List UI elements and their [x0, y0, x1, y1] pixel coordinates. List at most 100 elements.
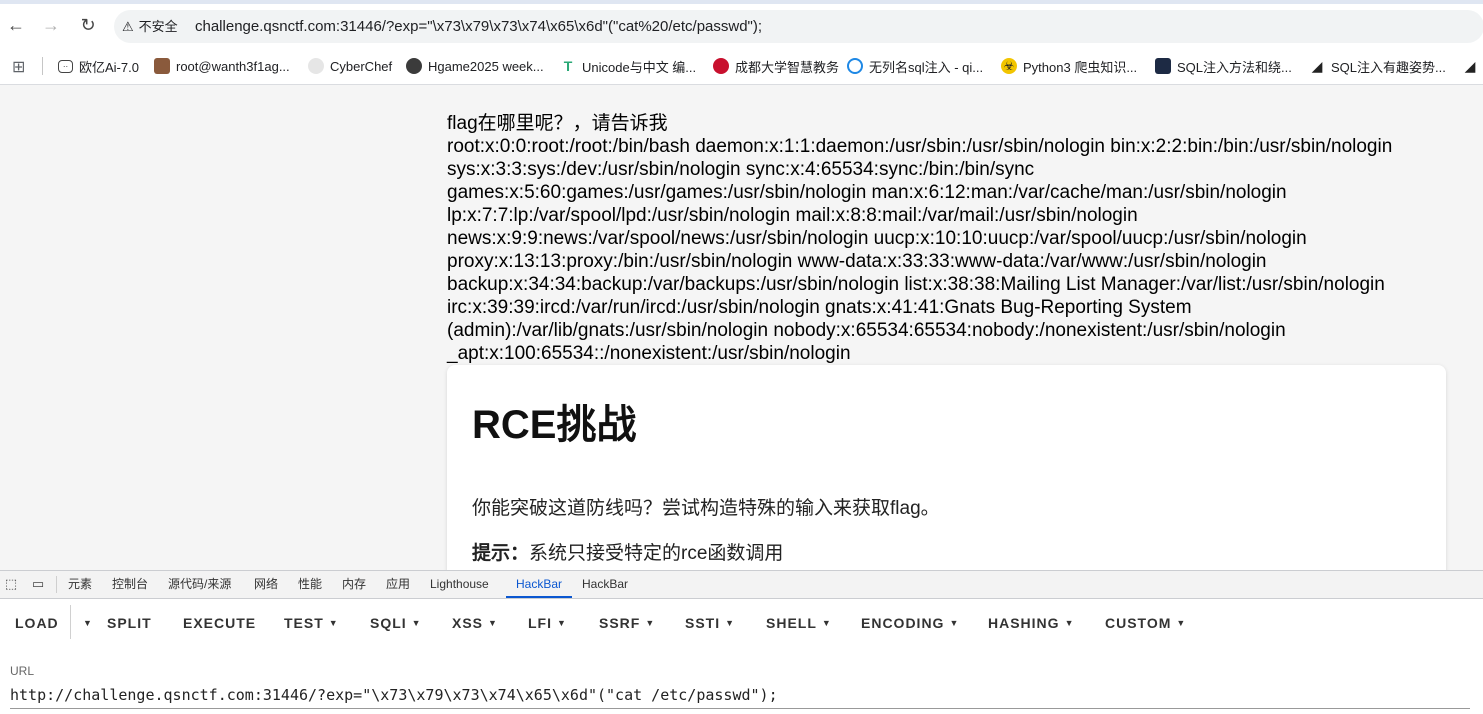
page-viewport: flag在哪里呢？，请告诉我 root:x:0:0:root:/root:/bi…	[0, 85, 1483, 570]
biohazard-icon: ☣	[1001, 58, 1017, 74]
forward-icon[interactable]: →	[40, 14, 62, 36]
bookmark-label: Python3 爬虫知识...	[1023, 59, 1138, 75]
devtools-tab-bar: ⬚ ▭ 元素 控制台 源代码/来源 网络 性能 内存 应用 Lighthouse…	[0, 571, 1483, 599]
bookmark-label: SQL注入方法和绕...	[1177, 59, 1292, 75]
tab-hackbar[interactable]: HackBar	[506, 571, 572, 598]
devtools-panel: ⬚ ▭ 元素 控制台 源代码/来源 网络 性能 内存 应用 Lighthouse…	[0, 570, 1483, 714]
bookmark-label: SQL注入有趣姿势...	[1331, 59, 1446, 75]
chevron-down-icon: ▼	[1064, 618, 1075, 628]
tab-application[interactable]: 应用	[386, 571, 410, 598]
toolbar-divider	[56, 576, 57, 593]
bookmarks-bar: ⊞ ·· 欧亿Ai-7.0 root@wanth3f1ag... CyberCh…	[0, 48, 1483, 85]
tab-elements[interactable]: 元素	[68, 571, 92, 598]
browser-toolbar: ← → ↻ ⚠ 不安全 challenge.qsnctf.com:31446/?…	[0, 0, 1483, 48]
chevron-down-icon: ▼	[645, 618, 656, 628]
inspect-element-icon[interactable]: ⬚	[3, 576, 19, 592]
bookmark-label: 欧亿Ai-7.0	[79, 59, 139, 75]
load-divider	[70, 605, 71, 639]
tab-console[interactable]: 控制台	[112, 571, 148, 598]
bookmark-overflow[interactable]: ◢	[1462, 48, 1478, 84]
output-line: (admin):/var/lib/gnats:/usr/sbin/nologin…	[447, 320, 1286, 341]
chef-hat-icon	[308, 58, 324, 74]
challenge-hint: 提示：系统只接受特定的rce函数调用	[472, 541, 783, 567]
tab-hackbar-2[interactable]: HackBar	[582, 571, 628, 598]
ssrf-menu-button[interactable]: SSRF ▼	[599, 613, 655, 633]
bookmark-item[interactable]: 成都大学智慧教务	[713, 48, 839, 84]
bookmark-item[interactable]: CyberChef	[308, 48, 392, 84]
command-output: flag在哪里呢？，请告诉我 root:x:0:0:root:/root:/bi…	[447, 112, 1457, 365]
reload-icon[interactable]: ↻	[77, 14, 99, 36]
tab-strip-edge	[0, 0, 1483, 4]
hint-text: 系统只接受特定的rce函数调用	[529, 543, 784, 564]
chevron-down-icon: ▼	[821, 618, 832, 628]
address-bar[interactable]: ⚠ 不安全 challenge.qsnctf.com:31446/?exp="\…	[114, 10, 1483, 43]
output-line: lp:x:7:7:lp:/var/spool/lpd:/usr/sbin/nol…	[447, 205, 1138, 226]
device-toolbar-icon[interactable]: ▭	[30, 576, 46, 592]
slash-logo-icon: ◢	[1464, 58, 1476, 74]
bookmark-label: Hgame2025 week...	[428, 58, 544, 74]
tab-performance[interactable]: 性能	[298, 571, 322, 598]
security-indicator[interactable]: ⚠ 不安全	[122, 17, 178, 37]
security-label: 不安全	[138, 19, 178, 34]
split-button[interactable]: SPLIT	[107, 613, 152, 633]
output-line: _apt:x:100:65534::/nonexistent:/usr/sbin…	[447, 343, 851, 364]
challenge-description: 你能突破这道防线吗？尝试构造特殊的输入来获取flag。	[472, 498, 940, 519]
tab-lighthouse[interactable]: Lighthouse	[430, 571, 489, 598]
back-icon[interactable]: ←	[5, 14, 27, 36]
bookmark-label: CyberChef	[330, 58, 393, 74]
load-button[interactable]: LOAD	[15, 613, 59, 633]
sqli-menu-button[interactable]: SQLI ▼	[370, 613, 422, 633]
custom-menu-button[interactable]: CUSTOM ▼	[1105, 613, 1186, 633]
chevron-down-icon: ▼	[83, 618, 93, 628]
bookmark-item[interactable]: root@wanth3f1ag...	[154, 48, 290, 84]
encoding-menu-button[interactable]: ENCODING ▼	[861, 613, 959, 633]
hackbar-toolbar: LOAD ▼ SPLIT EXECUTE TEST ▼ SQLI ▼ XSS ▼ LF…	[0, 599, 1483, 647]
xss-menu-button[interactable]: XSS ▼	[452, 613, 498, 633]
url-field-label: URL	[10, 664, 35, 678]
bookmark-label: root@wanth3f1ag...	[176, 58, 290, 74]
challenge-card: RCE挑战 你能突破这道防线吗？尝试构造特殊的输入来获取flag。 提示：系统只…	[447, 365, 1446, 570]
bookmarks-separator	[42, 57, 43, 75]
bookmark-item[interactable]: ·· 欧亿Ai-7.0	[58, 48, 139, 84]
person-icon	[406, 58, 422, 74]
url-input-underline	[10, 708, 1470, 709]
university-icon	[713, 58, 729, 74]
hackbar-url-input[interactable]: http://challenge.qsnctf.com:31446/?exp="…	[10, 685, 1470, 705]
ssti-menu-button[interactable]: SSTI ▼	[685, 613, 735, 633]
bookmark-item[interactable]: ◢ SQL注入有趣姿势...	[1309, 48, 1446, 84]
tab-network[interactable]: 网络	[254, 571, 278, 598]
chevron-down-icon: ▼	[725, 618, 736, 628]
bookmark-label: 成都大学智慧教务	[735, 59, 840, 75]
test-menu-button[interactable]: TEST ▼	[284, 613, 339, 633]
hashing-menu-button[interactable]: HASHING ▼	[988, 613, 1074, 633]
hint-label: 提示：	[472, 543, 530, 564]
chevron-down-icon: ▼	[328, 618, 339, 628]
t-icon: T	[563, 58, 573, 74]
bookmark-item[interactable]: T Unicode与中文 编...	[560, 48, 696, 84]
slash-logo-icon: ◢	[1311, 58, 1323, 74]
tab-memory[interactable]: 内存	[342, 571, 366, 598]
load-dropdown-button[interactable]: ▼	[78, 613, 93, 633]
lfi-menu-button[interactable]: LFI ▼	[528, 613, 567, 633]
page-title: RCE挑战	[472, 403, 637, 447]
execute-button[interactable]: EXECUTE	[183, 613, 256, 633]
output-line: root:x:0:0:root:/root:/bin/bash daemon:x…	[447, 136, 1393, 157]
bookmark-label: 无列名sql注入 - qi...	[869, 59, 984, 75]
bookmark-item[interactable]: ☣ Python3 爬虫知识...	[1001, 48, 1137, 84]
avatar-icon	[154, 58, 170, 74]
bookmark-item[interactable]: 无列名sql注入 - qi...	[847, 48, 983, 84]
bookmark-item[interactable]: Hgame2025 week...	[406, 48, 544, 84]
output-line: sys:x:3:3:sys:/dev:/usr/sbin/nologin syn…	[447, 159, 1035, 180]
bookmark-item[interactable]: SQL注入方法和绕...	[1155, 48, 1292, 84]
address-bar-url[interactable]: challenge.qsnctf.com:31446/?exp="\x73\x7…	[195, 17, 762, 37]
chevron-down-icon: ▼	[488, 618, 498, 628]
circle-logo-icon	[847, 58, 863, 74]
output-line: proxy:x:13:13:proxy:/bin:/usr/sbin/nolog…	[447, 251, 1267, 272]
chevron-down-icon: ▼	[557, 618, 567, 628]
apps-grid-icon[interactable]: ⊞	[12, 57, 25, 77]
output-line: backup:x:34:34:backup:/var/backups:/usr/…	[447, 274, 1385, 295]
tab-sources[interactable]: 源代码/来源	[168, 571, 231, 598]
chat-icon: ··	[58, 59, 73, 73]
shell-menu-button[interactable]: SHELL ▼	[766, 613, 832, 633]
output-line: news:x:9:9:news:/var/spool/news:/usr/sbi…	[447, 228, 1307, 249]
